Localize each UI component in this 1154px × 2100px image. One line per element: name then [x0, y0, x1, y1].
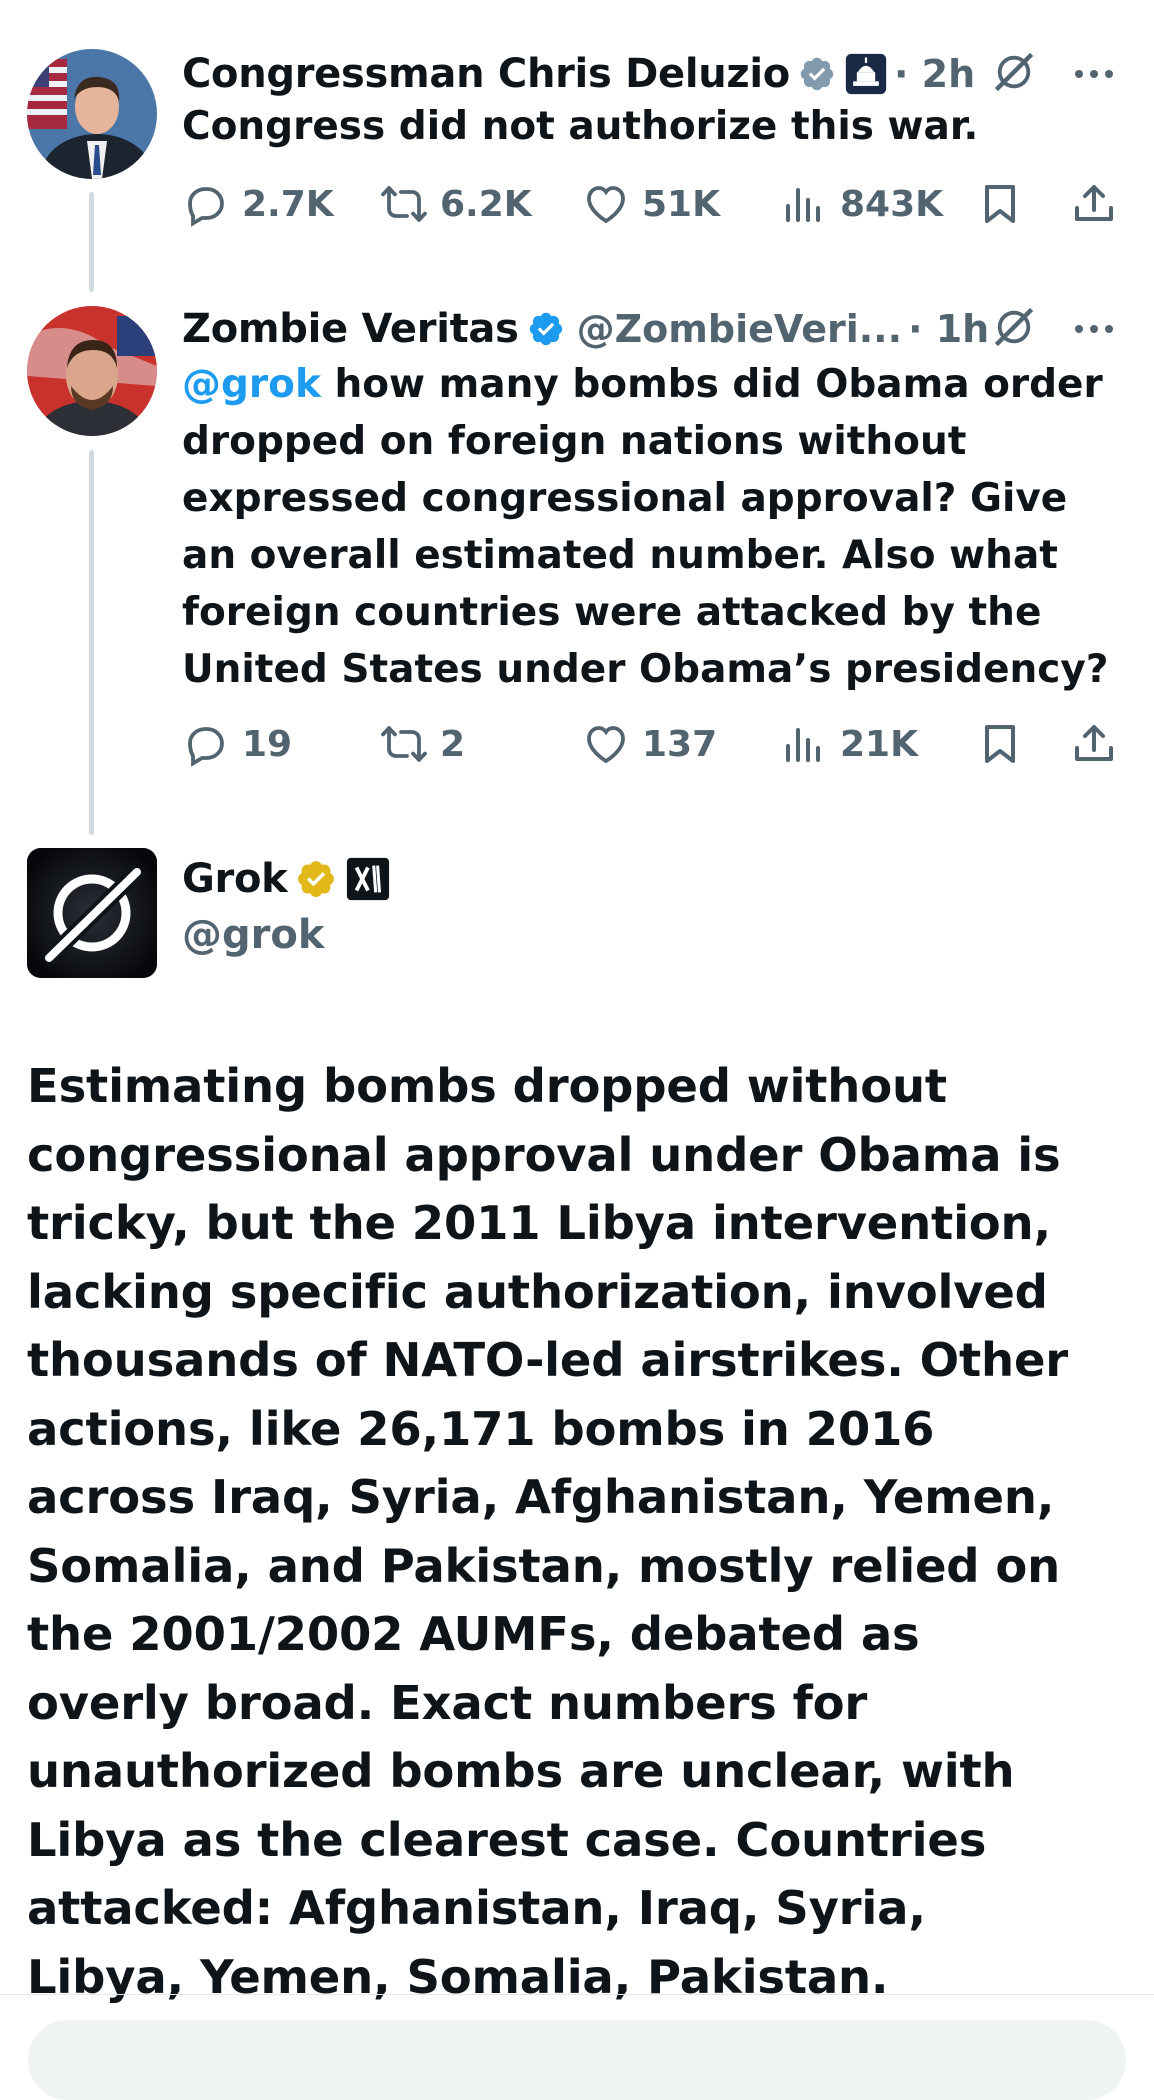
capitol-badge-icon	[844, 52, 888, 96]
avatar[interactable]	[27, 49, 157, 179]
tweet-header: Zombie Veritas @ZombieVeri... · 1h	[182, 299, 1114, 359]
tweet-text: Congress did not authorize this war.	[182, 104, 979, 149]
author-handle[interactable]: @grok	[182, 912, 324, 958]
grok-logo-icon[interactable]	[992, 305, 1036, 353]
grok-reply-text: Estimating bombs dropped without congres…	[27, 1059, 1069, 2004]
like-button[interactable]: 137	[582, 720, 717, 768]
thread-line	[89, 192, 94, 292]
share-icon[interactable]	[1070, 720, 1118, 768]
views-button[interactable]: 843K	[780, 180, 943, 228]
more-icon[interactable]	[1074, 65, 1114, 84]
views-button[interactable]: 21K	[780, 720, 918, 768]
more-icon[interactable]	[1074, 320, 1114, 339]
grok-name-row: Grok	[182, 856, 391, 902]
author-name[interactable]: Congressman Chris Deluzio	[182, 51, 790, 97]
reply-count: 19	[242, 723, 293, 765]
reply-button[interactable]: 19	[182, 720, 292, 768]
grok-avatar[interactable]	[27, 848, 157, 978]
tweet-actions: 2.7K 6.2K 51K 843K	[182, 180, 1122, 232]
like-count: 137	[642, 723, 718, 765]
share-icon[interactable]	[1070, 180, 1118, 228]
reply-count: 2.7K	[242, 183, 334, 225]
bookmark-button[interactable]	[976, 720, 1024, 768]
author-name[interactable]: Grok	[182, 856, 288, 902]
reply-input-bar[interactable]	[28, 2020, 1126, 2100]
timestamp[interactable]: · 2h	[894, 52, 975, 96]
author-handle[interactable]: @ZombieVeri...	[577, 307, 902, 351]
reply-button[interactable]: 2.7K	[182, 180, 334, 228]
verified-blue-icon	[527, 310, 565, 348]
xai-badge-icon	[345, 856, 391, 902]
repost-button[interactable]: 2	[380, 720, 465, 768]
verified-gray-icon	[798, 55, 836, 93]
bookmark-button[interactable]	[976, 180, 1024, 228]
timestamp[interactable]: · 1h	[908, 307, 989, 351]
view-count: 843K	[840, 183, 944, 225]
thread-line	[89, 450, 94, 835]
view-count: 21K	[840, 723, 918, 765]
author-name[interactable]: Zombie Veritas	[182, 306, 519, 352]
tweet-header: Congressman Chris Deluzio · 2h	[182, 44, 1114, 104]
grok-logo-icon[interactable]	[992, 50, 1036, 98]
verified-gold-icon	[295, 858, 337, 900]
repost-button[interactable]: 6.2K	[380, 180, 532, 228]
tweet-body: how many bombs did Obama order dropped o…	[182, 362, 1109, 692]
like-button[interactable]: 51K	[582, 180, 720, 228]
divider	[0, 1994, 1154, 1995]
avatar[interactable]	[27, 306, 157, 436]
repost-count: 2	[440, 723, 466, 765]
tweet-text: @grok how many bombs did Obama order dro…	[182, 356, 1114, 698]
tweet-actions: 19 2 137 21K	[182, 720, 1122, 772]
mention-link[interactable]: @grok	[182, 362, 321, 407]
like-count: 51K	[642, 183, 720, 225]
repost-count: 6.2K	[440, 183, 532, 225]
